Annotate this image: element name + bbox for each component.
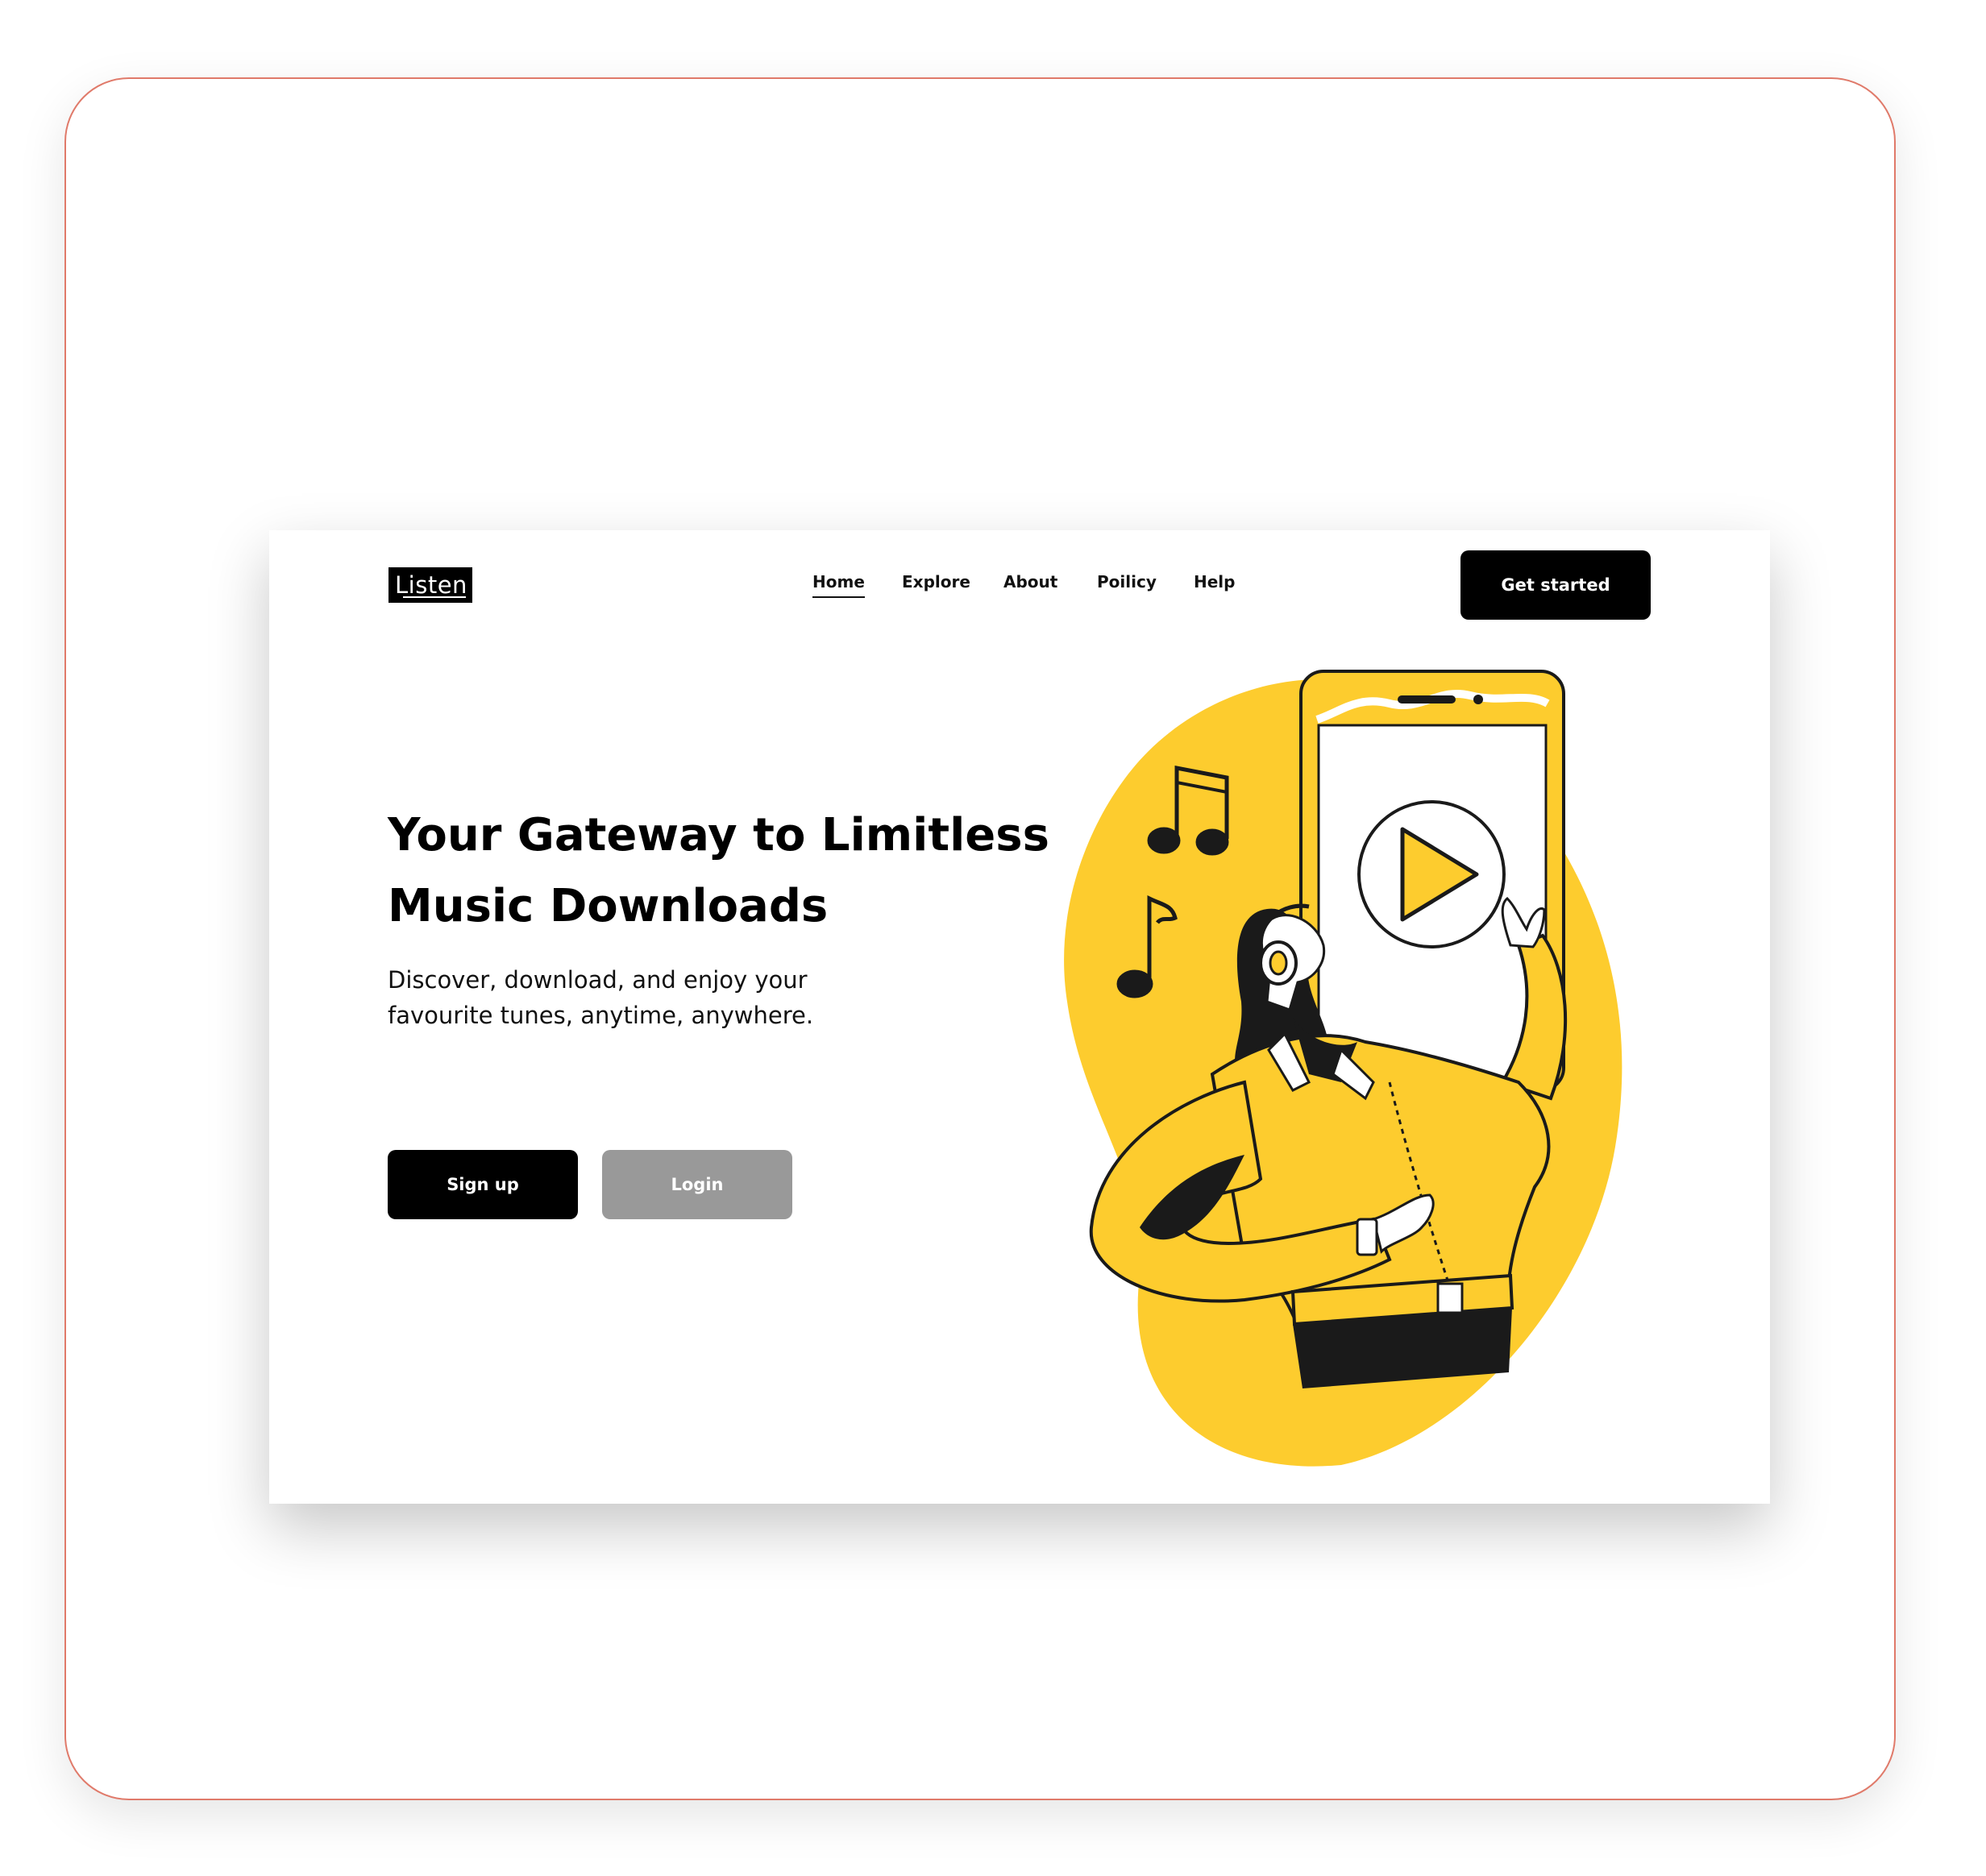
nav-item-home[interactable]: Home bbox=[812, 572, 865, 598]
landing-page-card: Listen Home Explore About Poilicy Help G… bbox=[269, 530, 1770, 1504]
hero-title: Your Gateway to Limitless Music Download… bbox=[388, 809, 1049, 932]
logo-underline bbox=[403, 596, 466, 598]
nav-item-help[interactable]: Help bbox=[1194, 572, 1235, 591]
logo[interactable]: Listen bbox=[388, 567, 472, 603]
nav-item-explore[interactable]: Explore bbox=[902, 572, 970, 591]
get-started-button[interactable]: Get started bbox=[1460, 550, 1651, 620]
nav-item-about[interactable]: About bbox=[1003, 572, 1057, 591]
hero-subtitle: Discover, download, and enjoy your favou… bbox=[388, 966, 814, 1029]
nav-item-policy[interactable]: Poilicy bbox=[1097, 572, 1157, 591]
outer-frame: Listen Home Explore About Poilicy Help G… bbox=[64, 77, 1896, 1800]
sign-up-button[interactable]: Sign up bbox=[388, 1150, 578, 1219]
login-button[interactable]: Login bbox=[602, 1150, 792, 1219]
logo-text: Listen bbox=[395, 571, 467, 599]
hero-illustration bbox=[1064, 670, 1622, 1467]
play-icon bbox=[1357, 800, 1506, 948]
